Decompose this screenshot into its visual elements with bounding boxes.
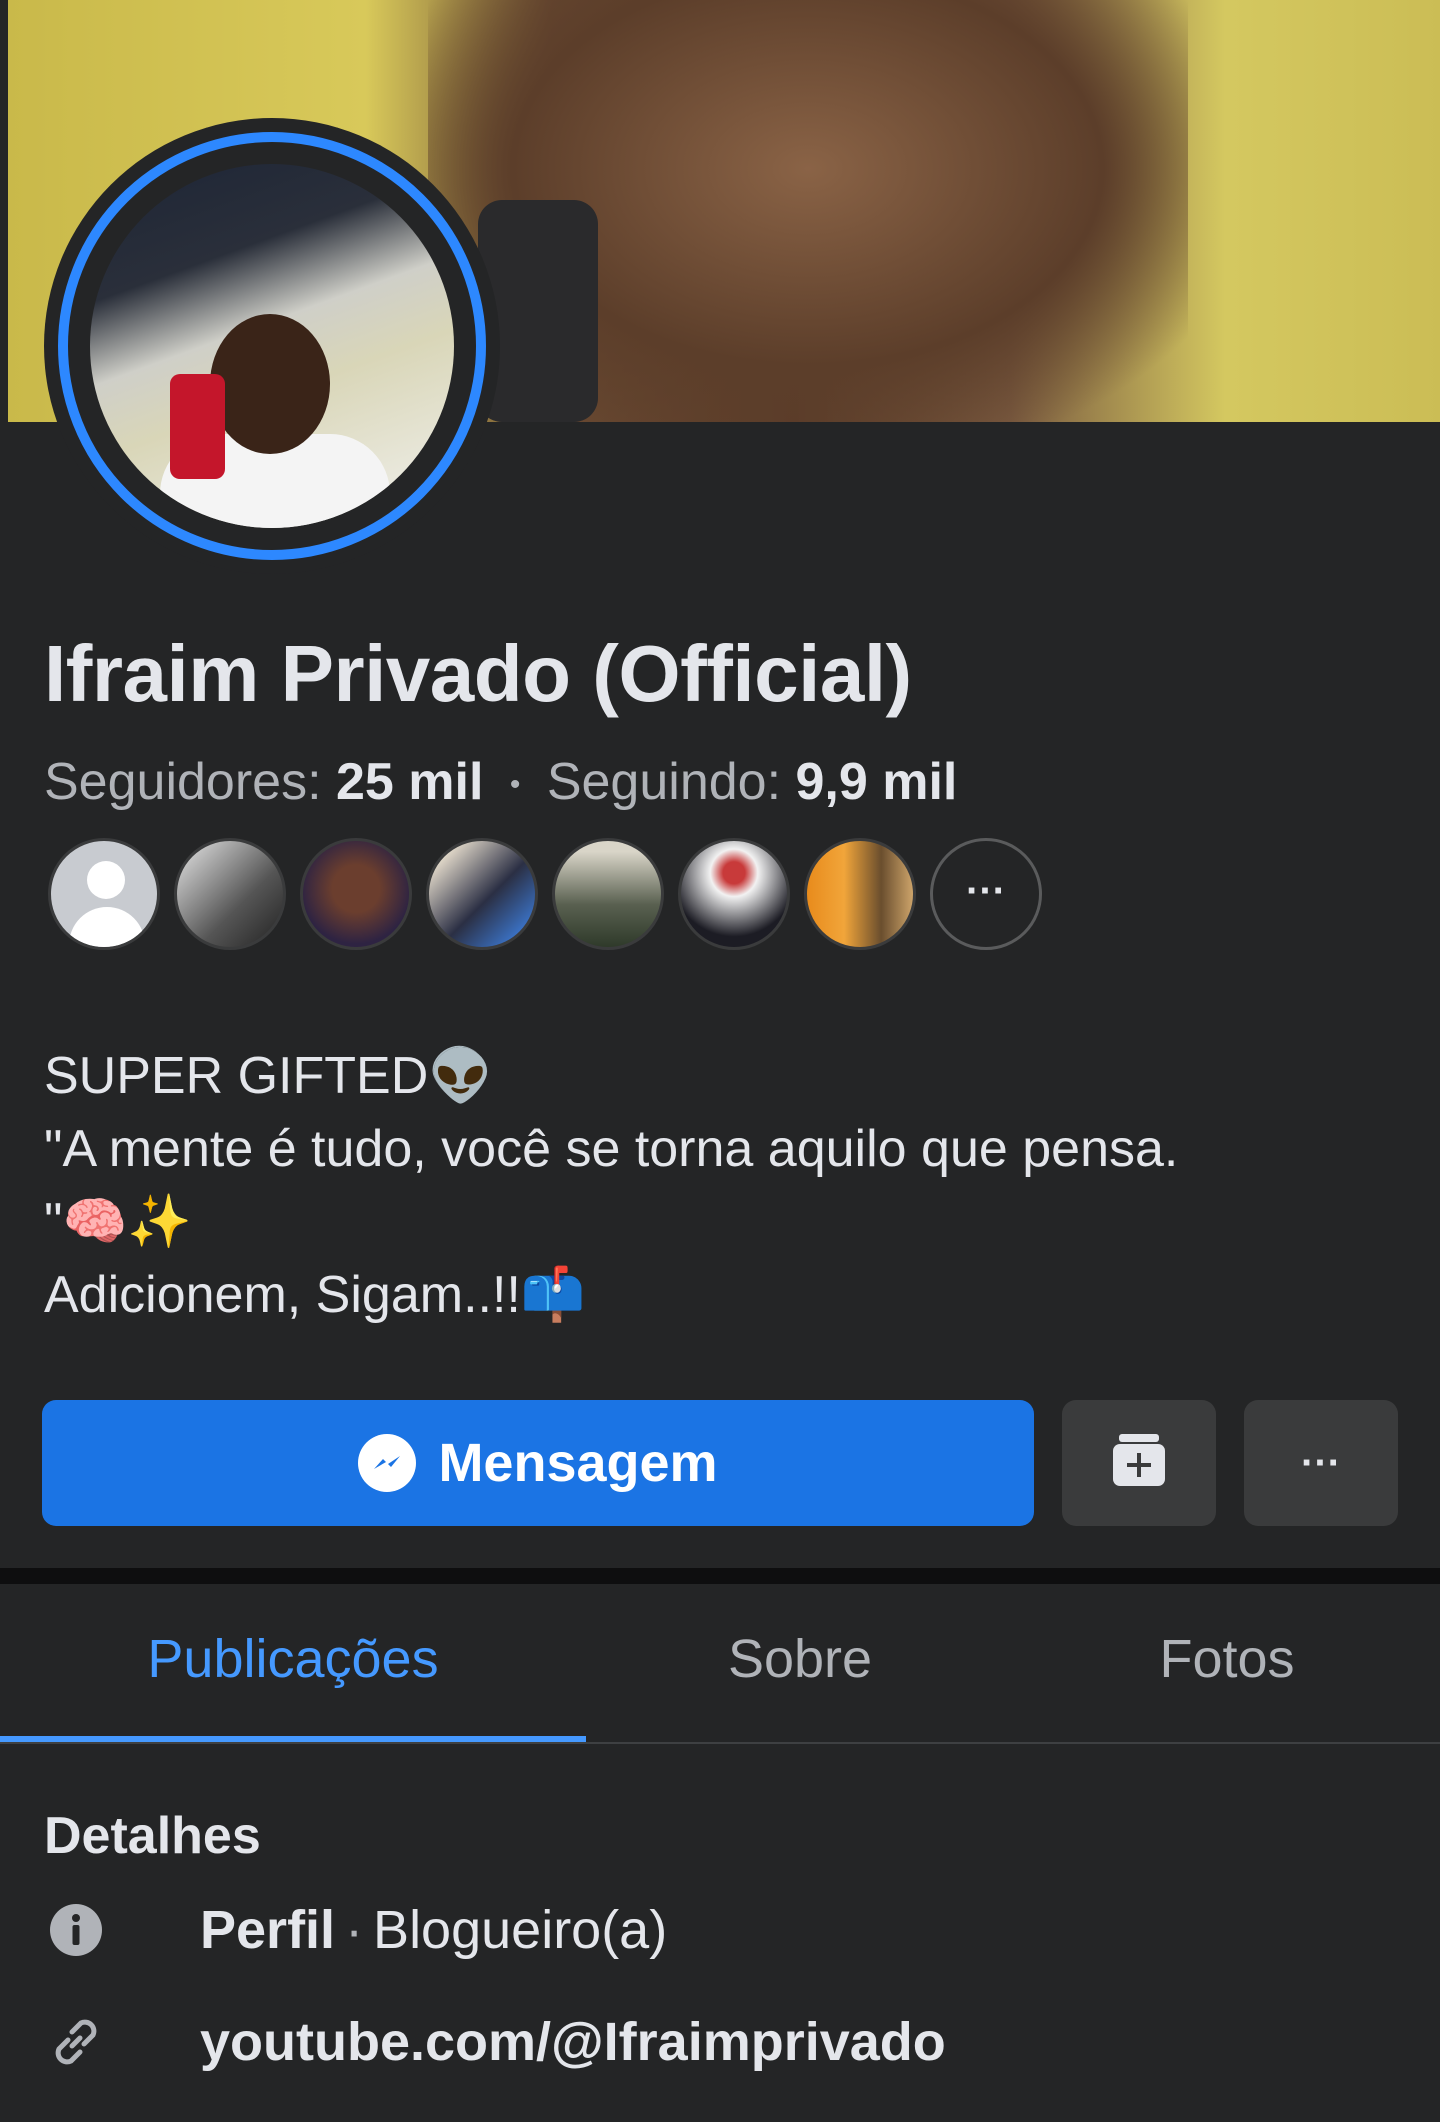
follow-stats: Seguidores: 25 mil • Seguindo: 9,9 mil [44, 752, 957, 812]
save-button[interactable] [1062, 1400, 1216, 1526]
more-followers-button[interactable]: ··· [930, 838, 1042, 950]
follower-avatar[interactable] [48, 838, 160, 950]
profile-name: Ifraim Privado (Official) [44, 629, 912, 718]
section-divider [0, 1568, 1440, 1584]
profile-tabs: Publicações Sobre Fotos [0, 1584, 1440, 1744]
link-icon [44, 2010, 108, 2074]
message-button-label: Mensagem [438, 1433, 718, 1493]
following-count[interactable]: 9,9 mil [795, 753, 957, 811]
message-button[interactable]: Mensagem [42, 1400, 1034, 1526]
tab-publicacoes[interactable]: Publicações [0, 1584, 586, 1744]
profile-category: Blogueiro(a) [373, 1900, 668, 1960]
bio-line: Adicionem, Sigam..!!📫 [44, 1266, 586, 1324]
followers-count[interactable]: 25 mil [336, 753, 483, 811]
info-icon [44, 1898, 108, 1962]
followers-label: Seguidores: [44, 753, 322, 811]
follower-avatar[interactable] [300, 838, 412, 950]
save-icon [1107, 1432, 1171, 1495]
follower-avatar[interactable] [174, 838, 286, 950]
bio-line: "🧠✨ [44, 1193, 192, 1251]
website-row[interactable]: youtube.com/@Ifraimprivado [44, 2002, 1404, 2082]
follower-avatar[interactable] [426, 838, 538, 950]
bio-line: SUPER GIFTED👽 [44, 1047, 494, 1105]
follower-avatar[interactable] [678, 838, 790, 950]
tab-sobre[interactable]: Sobre [600, 1584, 1000, 1744]
more-options-button[interactable]: ··· [1244, 1400, 1398, 1526]
tabs-border [0, 1742, 1440, 1744]
more-options-label: ··· [1301, 1440, 1341, 1485]
details-heading: Detalhes [44, 1807, 261, 1865]
tab-fotos[interactable]: Fotos [1040, 1584, 1414, 1744]
profile-avatar[interactable] [58, 132, 486, 560]
website-link[interactable]: youtube.com/@Ifraimprivado [200, 2011, 946, 2073]
profile-category-row: Perfil · Blogueiro(a) [44, 1890, 1404, 1970]
bio-line: "A mente é tudo, você se torna aquilo qu… [44, 1120, 1179, 1178]
follower-avatar[interactable] [552, 838, 664, 950]
follower-avatar[interactable] [804, 838, 916, 950]
separator-dot: • [509, 768, 521, 802]
following-label: Seguindo: [546, 753, 782, 811]
profile-bio: SUPER GIFTED👽 "A mente é tudo, você se t… [44, 1040, 1178, 1332]
messenger-icon [358, 1434, 417, 1492]
profile-label: Perfil [200, 1900, 336, 1960]
separator-dot: · [345, 1900, 364, 1960]
